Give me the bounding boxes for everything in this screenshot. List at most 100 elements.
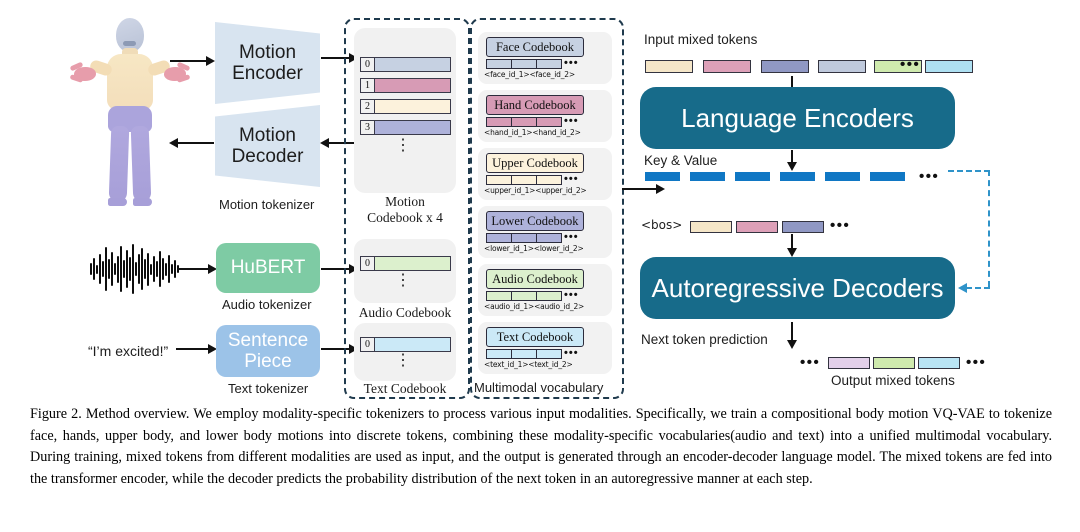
feedback-dashed-arrowhead (958, 283, 967, 293)
text-tokenizer-caption: Text tokenizer (228, 381, 309, 396)
audio-codebook-caption: Audio Codebook (358, 305, 452, 320)
key-value-token-2 (735, 172, 770, 181)
arrow-text-to-sentencepiece (176, 343, 217, 355)
feedback-dashed-into-decoder (966, 287, 990, 289)
feedback-dashed-vertical (988, 170, 990, 287)
arrow-decoder-to-avatar (169, 137, 214, 149)
bos-token-1 (736, 221, 778, 233)
strip-cell (487, 176, 512, 184)
row-index: 0 (361, 58, 375, 71)
autoregressive-decoders-label: Autoregressive Decoders (651, 272, 944, 303)
avatar-right-foot (133, 198, 152, 206)
vocab-strip-ellipsis-audio: ••• (564, 289, 579, 301)
row-bar (375, 79, 450, 92)
multimodal-vocabulary-caption: Multimodal vocabulary (474, 380, 604, 395)
avatar-left-leg (108, 125, 130, 203)
input-token-0 (645, 60, 693, 73)
strip-cell (537, 234, 561, 242)
row-index: 0 (361, 338, 375, 351)
row-bar (375, 121, 450, 134)
input-token-5 (925, 60, 973, 73)
vocab-ids-audio: <audio_id_1><audio_id_2> (484, 302, 585, 311)
output-ellipsis-left: ••• (800, 354, 821, 371)
output-ellipsis-right: ••• (966, 354, 987, 371)
row-bar (375, 338, 450, 351)
vocab-title-audio: Audio Codebook (486, 269, 584, 289)
output-token-0 (828, 357, 870, 369)
strip-cell (537, 292, 561, 300)
row-index: 1 (361, 79, 375, 92)
arrow-decoder-to-output (786, 322, 798, 349)
strip-cell (512, 234, 537, 242)
vocab-strip-upper (486, 175, 562, 185)
vocab-strip-audio (486, 291, 562, 301)
strip-cell (537, 176, 561, 184)
motion-codebook-caption-line2: Codebook x 4 (367, 210, 443, 225)
hubert-block[interactable]: HuBERT (216, 243, 320, 293)
input-token-2 (761, 60, 809, 73)
vocab-ids-upper: <upper_id_1><upper_id_2> (484, 186, 587, 195)
strip-cell (512, 118, 537, 126)
strip-cell (487, 234, 512, 242)
vocab-strip-ellipsis-text: ••• (564, 347, 579, 359)
row-index: 0 (361, 257, 375, 270)
sentence-piece-block[interactable]: Sentence Piece (216, 325, 320, 377)
avatar-upper-body (107, 54, 153, 110)
key-value-label: Key & Value (644, 153, 718, 168)
strip-cell (537, 118, 561, 126)
bos-token-2 (782, 221, 824, 233)
arrow-bos-to-decoder (786, 234, 798, 257)
vocab-ids-lower: <lower_id_1><lower_id_2> (484, 244, 584, 253)
key-value-token-1 (690, 172, 725, 181)
strip-cell (537, 350, 561, 358)
vocab-strip-ellipsis-lower: ••• (564, 231, 579, 243)
strip-cell (512, 60, 537, 68)
audio-codebook-row-0: 0 (360, 256, 451, 271)
autoregressive-decoders-block[interactable]: Autoregressive Decoders (640, 257, 955, 319)
bos-tokens-ellipsis: ••• (830, 217, 851, 234)
vocab-title-text: Text Codebook (486, 327, 584, 347)
audio-codebook-card (354, 239, 456, 303)
arrow-vocabulary-to-pipeline (622, 183, 665, 195)
vocab-title-hand: Hand Codebook (486, 95, 584, 115)
input-token-3 (818, 60, 866, 73)
vocab-title-label: Face Codebook (495, 39, 575, 54)
row-bar (375, 58, 450, 71)
vocab-ids-hand: <hand_id_1><hand_id_2> (484, 128, 581, 137)
motion-encoder-block[interactable]: Motion Encoder (215, 22, 320, 104)
avatar-left-foot (108, 198, 127, 206)
vocab-title-label: Upper Codebook (492, 155, 578, 170)
human-body-avatar (60, 18, 200, 208)
figure-caption: Figure 2. Method overview. We employ mod… (30, 406, 1052, 487)
vocab-strip-ellipsis-hand: ••• (564, 115, 579, 127)
motion-decoder-label: Motion Decoder (231, 124, 304, 167)
strip-cell (487, 60, 512, 68)
next-token-prediction-label: Next token prediction (641, 332, 768, 347)
text-codebook-ellipsis: ⋮ (395, 352, 411, 369)
motion-codebook-row-2: 2 (360, 99, 451, 114)
vocab-title-face: Face Codebook (486, 37, 584, 57)
key-value-token-5 (870, 172, 905, 181)
hubert-label: HuBERT (230, 257, 306, 279)
language-encoders-block[interactable]: Language Encoders (640, 87, 955, 149)
audio-codebook-ellipsis: ⋮ (395, 272, 411, 289)
strip-cell (487, 118, 512, 126)
key-value-ellipsis: ••• (919, 168, 940, 185)
arrow-audio-to-hubert (178, 263, 217, 275)
row-index: 3 (361, 121, 375, 134)
key-value-token-0 (645, 172, 680, 181)
input-mixed-tokens-label: Input mixed tokens (644, 32, 758, 47)
strip-cell (512, 350, 537, 358)
output-token-2 (918, 357, 960, 369)
motion-codebook-row-1: 1 (360, 78, 451, 93)
avatar-right-leg (130, 125, 152, 203)
text-input-quote: “I’m excited!” (88, 343, 169, 359)
key-value-token-3 (780, 172, 815, 181)
input-token-1 (703, 60, 751, 73)
output-token-1 (873, 357, 915, 369)
vocab-title-label: Audio Codebook (492, 271, 578, 286)
motion-decoder-block[interactable]: Motion Decoder (215, 105, 320, 187)
vocab-strip-face (486, 59, 562, 69)
motion-codebook-caption-line1: Motion (385, 194, 425, 209)
avatar-mouth (123, 41, 136, 46)
